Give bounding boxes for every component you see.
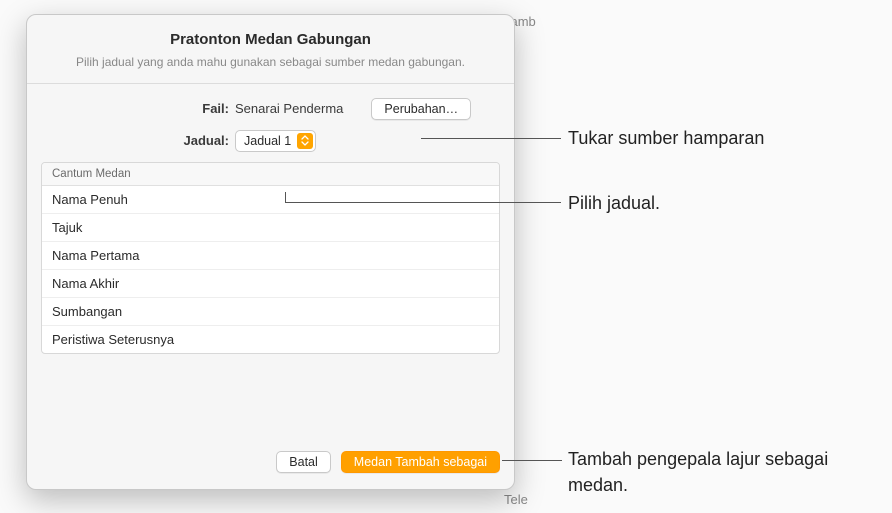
table-label: Jadual: <box>41 133 235 148</box>
table-row[interactable]: Peristiwa Seterusnya <box>42 325 499 353</box>
cancel-button[interactable]: Batal <box>276 451 331 473</box>
cancel-label: Batal <box>289 455 318 469</box>
table-row[interactable]: Nama Pertama <box>42 241 499 269</box>
callout-line <box>285 192 286 202</box>
table-select-value: Jadual 1 <box>244 134 291 148</box>
file-label: Fail: <box>41 101 235 116</box>
table-row[interactable]: Nama Penuh <box>42 186 499 213</box>
add-field-label: Medan Tambah sebagai <box>354 455 487 469</box>
table-row[interactable]: Nama Akhir <box>42 269 499 297</box>
dialog-title: Pratonton Medan Gabungan <box>51 31 490 48</box>
callout-line <box>502 460 562 461</box>
bg-text: Tele <box>504 492 528 507</box>
dialog-footer: Batal Medan Tambah sebagai <box>27 439 514 489</box>
callout-line <box>421 138 561 139</box>
fields-table: Cantum Medan Nama Penuh Tajuk Nama Perta… <box>41 162 500 354</box>
file-row: Fail: Senarai Penderma Perubahan… <box>35 98 506 120</box>
callout-add-field: Tambah pengepala lajur sebagai medan. <box>568 446 878 498</box>
table-row[interactable]: Tajuk <box>42 213 499 241</box>
change-source-label: Perubahan… <box>384 102 458 116</box>
chevron-updown-icon <box>297 133 313 149</box>
file-value: Senarai Penderma <box>235 101 343 116</box>
change-source-button[interactable]: Perubahan… <box>371 98 471 120</box>
table-select[interactable]: Jadual 1 <box>235 130 316 152</box>
callout-pick-table: Pilih jadual. <box>568 190 660 216</box>
table-row-control: Jadual: Jadual 1 <box>35 130 506 152</box>
add-field-button[interactable]: Medan Tambah sebagai <box>341 451 500 473</box>
column-header: Cantum Medan <box>42 163 499 186</box>
callout-line <box>285 202 561 203</box>
dialog-subtitle: Pilih jadual yang anda mahu gunakan seba… <box>51 54 490 71</box>
dialog-header: Pratonton Medan Gabungan Pilih jadual ya… <box>27 15 514 84</box>
callout-change-source: Tukar sumber hamparan <box>568 125 764 151</box>
table-row[interactable]: Sumbangan <box>42 297 499 325</box>
merge-field-preview-dialog: Pratonton Medan Gabungan Pilih jadual ya… <box>26 14 515 490</box>
